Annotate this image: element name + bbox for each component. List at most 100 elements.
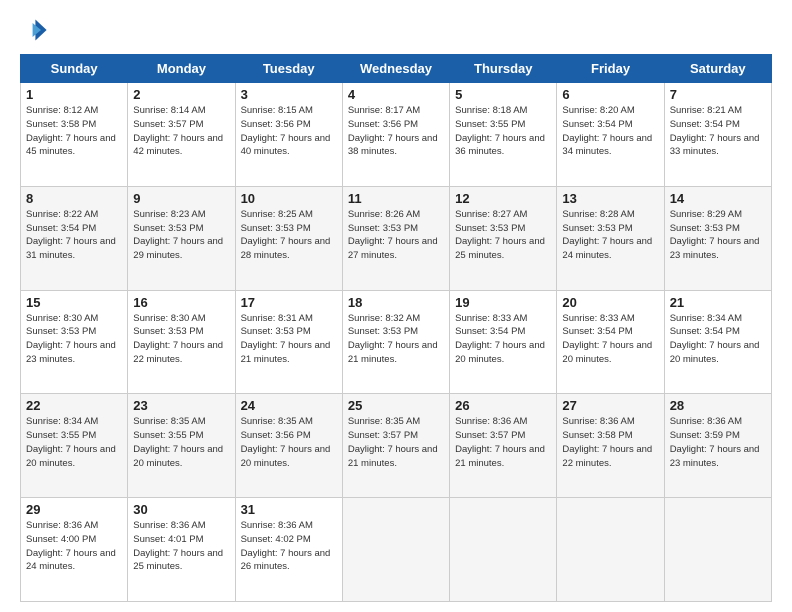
- day-info: Sunrise: 8:35 AMSunset: 3:55 PMDaylight:…: [133, 416, 223, 468]
- day-info: Sunrise: 8:33 AMSunset: 3:54 PMDaylight:…: [562, 313, 652, 365]
- calendar-day-cell: 14 Sunrise: 8:29 AMSunset: 3:53 PMDaylig…: [664, 186, 771, 290]
- day-number: 21: [670, 295, 766, 310]
- calendar-day-cell: 1 Sunrise: 8:12 AMSunset: 3:58 PMDayligh…: [21, 83, 128, 187]
- day-info: Sunrise: 8:35 AMSunset: 3:57 PMDaylight:…: [348, 416, 438, 468]
- day-number: 1: [26, 87, 122, 102]
- day-number: 19: [455, 295, 551, 310]
- day-number: 22: [26, 398, 122, 413]
- day-number: 26: [455, 398, 551, 413]
- calendar-day-cell: 31 Sunrise: 8:36 AMSunset: 4:02 PMDaylig…: [235, 498, 342, 602]
- day-info: Sunrise: 8:35 AMSunset: 3:56 PMDaylight:…: [241, 416, 331, 468]
- calendar-day-cell: [450, 498, 557, 602]
- day-of-week-header: Thursday: [450, 55, 557, 83]
- calendar-day-cell: 25 Sunrise: 8:35 AMSunset: 3:57 PMDaylig…: [342, 394, 449, 498]
- day-number: 14: [670, 191, 766, 206]
- day-info: Sunrise: 8:22 AMSunset: 3:54 PMDaylight:…: [26, 209, 116, 261]
- day-number: 5: [455, 87, 551, 102]
- day-number: 25: [348, 398, 444, 413]
- day-info: Sunrise: 8:17 AMSunset: 3:56 PMDaylight:…: [348, 105, 438, 157]
- day-info: Sunrise: 8:18 AMSunset: 3:55 PMDaylight:…: [455, 105, 545, 157]
- logo: [20, 16, 52, 44]
- calendar-day-cell: 29 Sunrise: 8:36 AMSunset: 4:00 PMDaylig…: [21, 498, 128, 602]
- day-number: 31: [241, 502, 337, 517]
- day-number: 23: [133, 398, 229, 413]
- calendar-day-cell: 26 Sunrise: 8:36 AMSunset: 3:57 PMDaylig…: [450, 394, 557, 498]
- day-of-week-header: Friday: [557, 55, 664, 83]
- day-info: Sunrise: 8:25 AMSunset: 3:53 PMDaylight:…: [241, 209, 331, 261]
- day-info: Sunrise: 8:36 AMSunset: 3:59 PMDaylight:…: [670, 416, 760, 468]
- calendar-day-cell: 2 Sunrise: 8:14 AMSunset: 3:57 PMDayligh…: [128, 83, 235, 187]
- calendar-day-cell: 22 Sunrise: 8:34 AMSunset: 3:55 PMDaylig…: [21, 394, 128, 498]
- day-number: 27: [562, 398, 658, 413]
- day-info: Sunrise: 8:31 AMSunset: 3:53 PMDaylight:…: [241, 313, 331, 365]
- calendar-day-cell: 9 Sunrise: 8:23 AMSunset: 3:53 PMDayligh…: [128, 186, 235, 290]
- calendar-week-row: 29 Sunrise: 8:36 AMSunset: 4:00 PMDaylig…: [21, 498, 772, 602]
- calendar-day-cell: 3 Sunrise: 8:15 AMSunset: 3:56 PMDayligh…: [235, 83, 342, 187]
- day-number: 13: [562, 191, 658, 206]
- day-number: 8: [26, 191, 122, 206]
- calendar-day-cell: 28 Sunrise: 8:36 AMSunset: 3:59 PMDaylig…: [664, 394, 771, 498]
- calendar-day-cell: 21 Sunrise: 8:34 AMSunset: 3:54 PMDaylig…: [664, 290, 771, 394]
- header: [20, 16, 772, 44]
- calendar-day-cell: [342, 498, 449, 602]
- calendar-day-cell: 17 Sunrise: 8:31 AMSunset: 3:53 PMDaylig…: [235, 290, 342, 394]
- day-info: Sunrise: 8:29 AMSunset: 3:53 PMDaylight:…: [670, 209, 760, 261]
- day-number: 9: [133, 191, 229, 206]
- day-number: 3: [241, 87, 337, 102]
- calendar-week-row: 1 Sunrise: 8:12 AMSunset: 3:58 PMDayligh…: [21, 83, 772, 187]
- day-number: 12: [455, 191, 551, 206]
- day-info: Sunrise: 8:33 AMSunset: 3:54 PMDaylight:…: [455, 313, 545, 365]
- day-number: 6: [562, 87, 658, 102]
- day-number: 17: [241, 295, 337, 310]
- calendar-table: SundayMondayTuesdayWednesdayThursdayFrid…: [20, 54, 772, 602]
- day-info: Sunrise: 8:15 AMSunset: 3:56 PMDaylight:…: [241, 105, 331, 157]
- calendar-day-cell: 5 Sunrise: 8:18 AMSunset: 3:55 PMDayligh…: [450, 83, 557, 187]
- day-info: Sunrise: 8:30 AMSunset: 3:53 PMDaylight:…: [133, 313, 223, 365]
- day-info: Sunrise: 8:23 AMSunset: 3:53 PMDaylight:…: [133, 209, 223, 261]
- day-info: Sunrise: 8:27 AMSunset: 3:53 PMDaylight:…: [455, 209, 545, 261]
- calendar-day-cell: 10 Sunrise: 8:25 AMSunset: 3:53 PMDaylig…: [235, 186, 342, 290]
- calendar-day-cell: 7 Sunrise: 8:21 AMSunset: 3:54 PMDayligh…: [664, 83, 771, 187]
- day-info: Sunrise: 8:34 AMSunset: 3:54 PMDaylight:…: [670, 313, 760, 365]
- day-number: 7: [670, 87, 766, 102]
- calendar-day-cell: 18 Sunrise: 8:32 AMSunset: 3:53 PMDaylig…: [342, 290, 449, 394]
- day-info: Sunrise: 8:36 AMSunset: 3:57 PMDaylight:…: [455, 416, 545, 468]
- calendar-week-row: 8 Sunrise: 8:22 AMSunset: 3:54 PMDayligh…: [21, 186, 772, 290]
- day-of-week-header: Tuesday: [235, 55, 342, 83]
- calendar-week-row: 15 Sunrise: 8:30 AMSunset: 3:53 PMDaylig…: [21, 290, 772, 394]
- page: SundayMondayTuesdayWednesdayThursdayFrid…: [0, 0, 792, 612]
- day-info: Sunrise: 8:32 AMSunset: 3:53 PMDaylight:…: [348, 313, 438, 365]
- day-info: Sunrise: 8:28 AMSunset: 3:53 PMDaylight:…: [562, 209, 652, 261]
- calendar-day-cell: 15 Sunrise: 8:30 AMSunset: 3:53 PMDaylig…: [21, 290, 128, 394]
- day-info: Sunrise: 8:26 AMSunset: 3:53 PMDaylight:…: [348, 209, 438, 261]
- day-number: 20: [562, 295, 658, 310]
- day-info: Sunrise: 8:14 AMSunset: 3:57 PMDaylight:…: [133, 105, 223, 157]
- calendar-day-cell: 20 Sunrise: 8:33 AMSunset: 3:54 PMDaylig…: [557, 290, 664, 394]
- day-of-week-header: Wednesday: [342, 55, 449, 83]
- day-info: Sunrise: 8:36 AMSunset: 3:58 PMDaylight:…: [562, 416, 652, 468]
- day-of-week-header: Sunday: [21, 55, 128, 83]
- calendar-day-cell: 11 Sunrise: 8:26 AMSunset: 3:53 PMDaylig…: [342, 186, 449, 290]
- day-number: 18: [348, 295, 444, 310]
- day-info: Sunrise: 8:36 AMSunset: 4:02 PMDaylight:…: [241, 520, 331, 572]
- day-number: 16: [133, 295, 229, 310]
- calendar-day-cell: 30 Sunrise: 8:36 AMSunset: 4:01 PMDaylig…: [128, 498, 235, 602]
- calendar-header: SundayMondayTuesdayWednesdayThursdayFrid…: [21, 55, 772, 83]
- day-number: 11: [348, 191, 444, 206]
- day-number: 10: [241, 191, 337, 206]
- day-number: 30: [133, 502, 229, 517]
- logo-icon: [20, 16, 48, 44]
- calendar-body: 1 Sunrise: 8:12 AMSunset: 3:58 PMDayligh…: [21, 83, 772, 602]
- calendar-day-cell: 27 Sunrise: 8:36 AMSunset: 3:58 PMDaylig…: [557, 394, 664, 498]
- calendar-day-cell: 19 Sunrise: 8:33 AMSunset: 3:54 PMDaylig…: [450, 290, 557, 394]
- header-row: SundayMondayTuesdayWednesdayThursdayFrid…: [21, 55, 772, 83]
- day-number: 2: [133, 87, 229, 102]
- day-number: 15: [26, 295, 122, 310]
- day-of-week-header: Saturday: [664, 55, 771, 83]
- day-of-week-header: Monday: [128, 55, 235, 83]
- calendar-day-cell: 12 Sunrise: 8:27 AMSunset: 3:53 PMDaylig…: [450, 186, 557, 290]
- day-info: Sunrise: 8:36 AMSunset: 4:00 PMDaylight:…: [26, 520, 116, 572]
- day-info: Sunrise: 8:20 AMSunset: 3:54 PMDaylight:…: [562, 105, 652, 157]
- day-number: 28: [670, 398, 766, 413]
- calendar-day-cell: [557, 498, 664, 602]
